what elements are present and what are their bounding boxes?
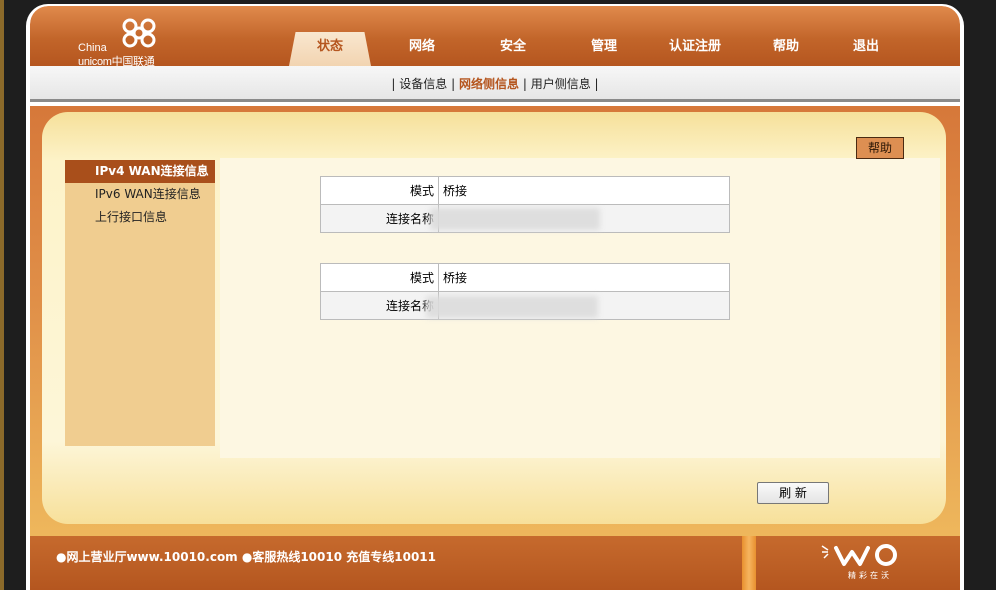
footer-contact-text: ●网上营业厅www.10010.com ●客服热线10010 充值专线10011 — [56, 550, 437, 564]
mode-value: 桥接 — [438, 263, 730, 292]
redacted-connection-name — [430, 208, 600, 230]
help-button[interactable]: 帮助 — [856, 137, 904, 159]
tab-status[interactable]: 状态 — [289, 32, 371, 66]
wo-logo-icon — [821, 544, 897, 566]
top-navigation: 状态 网络 安全 管理 认证注册 帮助 退出 — [30, 6, 960, 66]
router-admin-frame: China unicom中国联通 状态 网络 安全 管理 认证注册 帮助 退出 … — [30, 6, 960, 590]
mode-label: 模式 — [320, 176, 439, 205]
header-bar: China unicom中国联通 状态 网络 安全 管理 认证注册 帮助 退出 — [30, 6, 960, 68]
subnav-user-side-info[interactable]: 用户侧信息 — [531, 77, 591, 91]
subnav-separator: | — [391, 77, 396, 91]
connection-name-label: 连接名称 — [320, 291, 439, 320]
tab-help[interactable]: 帮助 — [746, 36, 826, 60]
footer-divider — [742, 536, 756, 590]
subnav-device-info[interactable]: 设备信息 — [399, 77, 447, 91]
subnav-separator: | — [594, 77, 599, 91]
tab-auth-register[interactable]: 认证注册 — [655, 36, 735, 60]
sidebar-item-ipv4-wan[interactable]: IPv4 WAN连接信息 — [65, 160, 215, 183]
mode-value: 桥接 — [438, 176, 730, 205]
subnav-separator: | — [522, 77, 527, 91]
sidebar-menu: IPv4 WAN连接信息 IPv6 WAN连接信息 上行接口信息 — [65, 160, 215, 446]
sub-navigation: | 设备信息 | 网络侧信息 | 用户侧信息 | — [30, 66, 960, 102]
tab-network[interactable]: 网络 — [382, 36, 462, 60]
tab-security[interactable]: 安全 — [473, 36, 553, 60]
tab-logout[interactable]: 退出 — [826, 36, 906, 60]
wo-tagline: 精彩在沃 — [848, 571, 892, 580]
window-edge — [0, 0, 4, 590]
subnav-network-side-info[interactable]: 网络侧信息 — [459, 77, 519, 91]
refresh-button[interactable]: 刷 新 — [757, 482, 829, 504]
subnav-separator: | — [451, 77, 456, 91]
redacted-connection-name — [426, 296, 598, 318]
connection-name-label: 连接名称 — [320, 204, 439, 233]
mode-label: 模式 — [320, 263, 439, 292]
footer-bar: ●网上营业厅www.10010.com ●客服热线10010 充值专线10011… — [30, 536, 960, 590]
sidebar-item-ipv6-wan[interactable]: IPv6 WAN连接信息 — [65, 183, 215, 206]
wo-brand-logo: 精彩在沃 — [818, 540, 908, 586]
tab-management[interactable]: 管理 — [564, 36, 644, 60]
sidebar-item-uplink-interface[interactable]: 上行接口信息 — [65, 206, 215, 229]
